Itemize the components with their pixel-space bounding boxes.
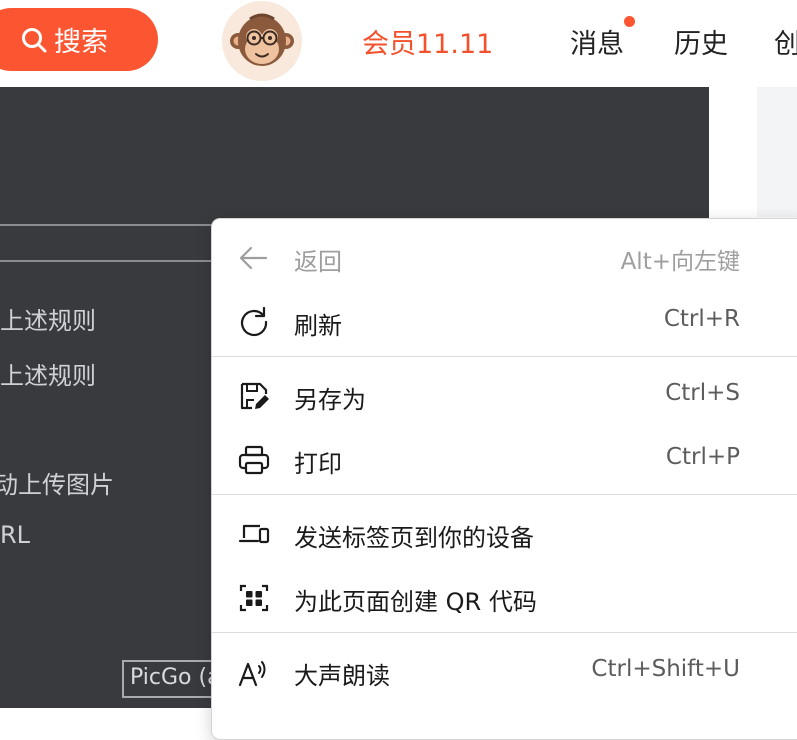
menu-item-print-shortcut: Ctrl+P [665,444,740,470]
menu-item-send-to-device[interactable]: 发送标签页到你的设备 [212,502,797,564]
background-text-line: RL [0,521,31,549]
right-margin [709,87,757,217]
menu-item-print[interactable]: 打印 Ctrl+P [212,428,797,490]
menu-item-back-label: 返回 [294,248,342,276]
menu-item-send-to-device-label: 发送标签页到你的设备 [294,524,534,552]
menu-item-read-aloud[interactable]: 大声朗读 Ctrl+Shift+U [212,640,797,702]
menu-item-create-qr-label: 为此页面创建 QR 代码 [294,588,537,616]
background-text-line: 动上传图片 [0,471,114,499]
picgo-button-label: PicGo (a [130,665,221,690]
menu-item-save-as-label: 另存为 [294,386,366,414]
search-button[interactable]: 搜索 [0,8,158,71]
menu-item-read-aloud-label: 大声朗读 [294,662,390,690]
notification-dot [624,16,635,27]
menu-item-read-aloud-shortcut: Ctrl+Shift+U [591,656,740,682]
avatar-monkey [222,1,302,81]
menu-item-refresh-label: 刷新 [294,312,342,340]
top-header: 搜索 会员11.11 消息 历史 创 [0,0,797,87]
menu-item-refresh[interactable]: 刷新 Ctrl+R [212,290,797,352]
menu-separator [212,494,797,495]
menu-item-print-label: 打印 [294,450,342,478]
search-button-label: 搜索 [54,27,108,58]
menu-separator [212,356,797,357]
menu-item-save-as-shortcut: Ctrl+S [665,380,740,406]
avatar[interactable] [222,1,302,81]
right-sidebar [757,87,797,217]
search-icon [22,27,47,52]
send-device-icon [236,516,272,552]
menu-separator [212,632,797,633]
nav-vip[interactable]: 会员11.11 [362,22,493,61]
qr-code-icon [236,580,272,616]
print-icon [236,442,272,478]
menu-item-back-shortcut: Alt+向左键 [620,249,740,275]
menu-item-refresh-shortcut: Ctrl+R [663,306,740,332]
nav-messages[interactable]: 消息 [570,22,624,61]
menu-item-back[interactable]: 返回 Alt+向左键 [212,226,797,288]
menu-item-create-qr[interactable]: 为此页面创建 QR 代码 [212,566,797,628]
menu-item-save-as[interactable]: 另存为 Ctrl+S [212,364,797,426]
save-as-icon [236,378,272,414]
context-menu: 返回 Alt+向左键 刷新 Ctrl+R 另存为 Ctrl+S 打印 Ctrl+… [211,218,797,740]
background-input-field[interactable] [0,224,220,262]
background-text-line: 上述规则 [0,307,96,335]
nav-create[interactable]: 创 [774,22,797,61]
read-aloud-icon [236,654,272,690]
back-arrow-icon [236,240,272,276]
nav-history[interactable]: 历史 [674,22,728,61]
refresh-icon [236,304,272,340]
background-text-line: 上述规则 [0,362,96,390]
